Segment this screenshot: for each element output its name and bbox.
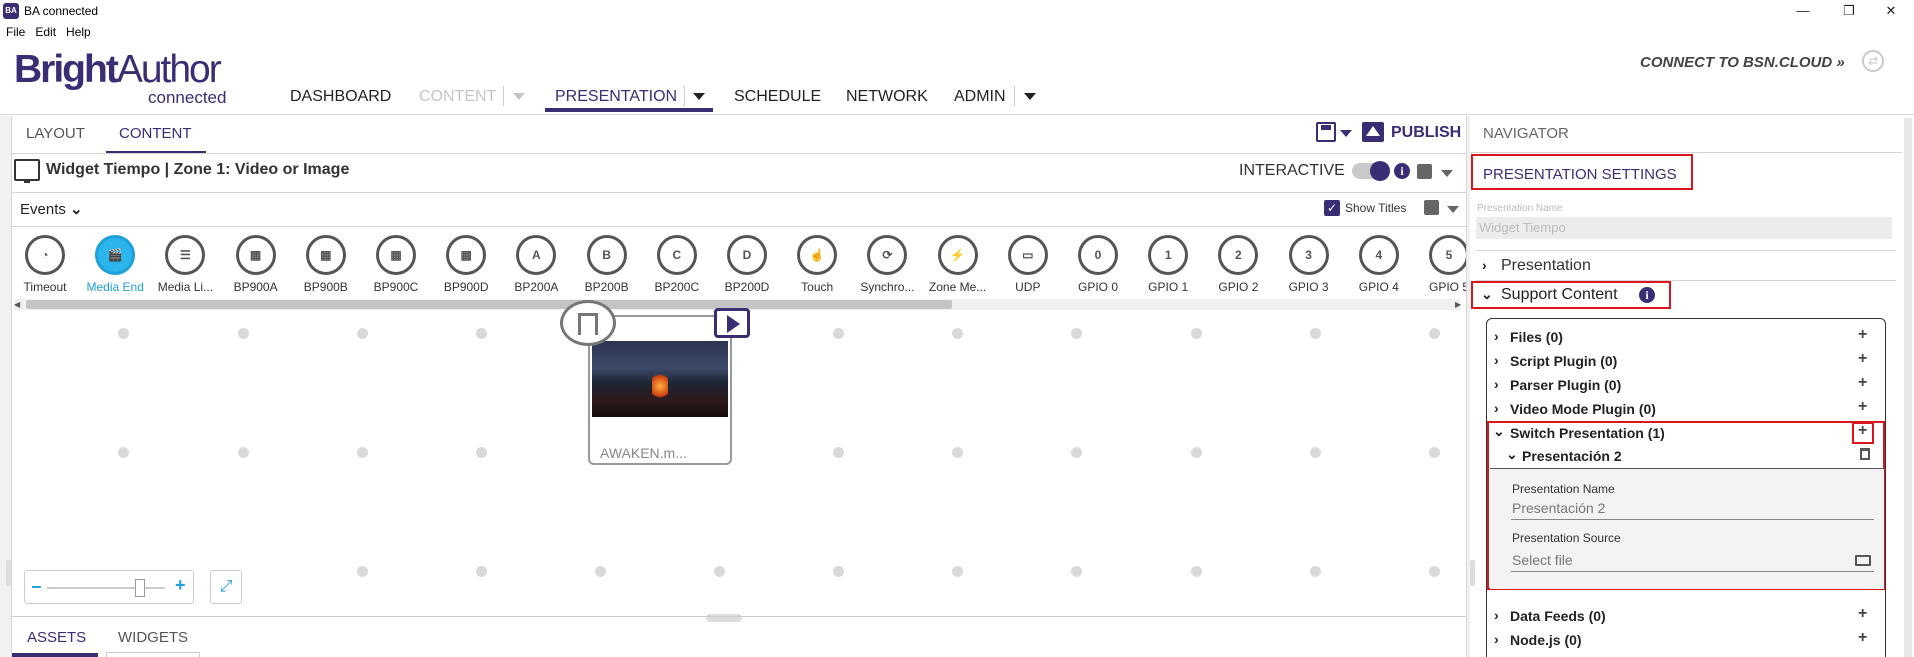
grid-dot <box>833 447 844 458</box>
chevron-right-icon: › <box>1494 607 1499 623</box>
grid-dot <box>1310 447 1321 458</box>
add-switch-presentation-button[interactable]: + <box>1858 422 1867 440</box>
presentation-section[interactable]: Presentation <box>1501 257 1591 275</box>
add-nodejs-button[interactable]: + <box>1858 629 1867 647</box>
switch-presentation-name-input[interactable]: Presentación 2 <box>1512 500 1605 516</box>
grid-dot <box>1191 566 1202 577</box>
presentation-settings-heading: PRESENTATION SETTINGS <box>1483 166 1677 183</box>
grid-dot <box>476 328 487 339</box>
grid-dot <box>357 447 368 458</box>
chevron-right-icon: › <box>1494 376 1499 392</box>
panel-resize-handle[interactable] <box>1470 560 1475 586</box>
panel-resize-handle[interactable] <box>6 560 11 586</box>
grid-dot <box>1071 447 1082 458</box>
navigator-scrollbar[interactable] <box>1904 118 1912 657</box>
navigator-title: NAVIGATOR <box>1483 125 1569 142</box>
switch-presentation-source-label: Presentation Source <box>1512 531 1621 545</box>
media-thumbnail <box>592 341 728 417</box>
tab-active-indicator <box>12 653 98 657</box>
support-content-section[interactable]: Support Content <box>1501 286 1618 304</box>
grid-dot <box>952 328 963 339</box>
zoom-out-button[interactable]: − <box>31 577 42 598</box>
sync-icon[interactable]: ⇄ <box>1862 50 1884 72</box>
switch-presentation-name-label: Presentation Name <box>1512 482 1615 496</box>
chevron-down-icon: ⌄ <box>1481 286 1493 302</box>
support-item-video-mode-plugin[interactable]: Video Mode Plugin (0) <box>1510 401 1656 417</box>
add-parser-plugin-button[interactable]: + <box>1858 374 1867 392</box>
restore-button[interactable]: ❐ <box>1826 0 1872 22</box>
widgets-tab-outline <box>106 652 200 657</box>
divider <box>1470 152 1902 153</box>
divider <box>12 616 1466 617</box>
support-item-nodejs[interactable]: Node.js (0) <box>1510 632 1582 648</box>
play-icon[interactable] <box>714 308 750 338</box>
add-script-plugin-button[interactable]: + <box>1858 350 1867 368</box>
grid-dot <box>1071 328 1082 339</box>
grid-dot <box>952 566 963 577</box>
input-underline <box>1511 519 1874 520</box>
grid-dot <box>833 328 844 339</box>
chevron-down-icon: ⌄ <box>1506 446 1518 462</box>
support-item-parser-plugin[interactable]: Parser Plugin (0) <box>1510 377 1621 393</box>
chevron-right-icon: › <box>1494 400 1499 416</box>
grid-dot <box>357 566 368 577</box>
grid-dot <box>1429 566 1440 577</box>
chevron-right-icon: › <box>1494 328 1499 344</box>
support-item-script-plugin[interactable]: Script Plugin (0) <box>1510 353 1617 369</box>
grid-dot <box>1191 328 1202 339</box>
grid-dot <box>1310 328 1321 339</box>
grid-dot <box>1191 447 1202 458</box>
zoom-slider-handle[interactable] <box>135 579 145 597</box>
folder-open-icon[interactable] <box>1855 555 1871 566</box>
grid-dot <box>952 447 963 458</box>
presentation-name-label: Presentation Name <box>1477 203 1563 214</box>
info-icon[interactable]: i <box>1639 287 1655 303</box>
grid-dot <box>1071 566 1082 577</box>
add-video-mode-plugin-button[interactable]: + <box>1858 398 1867 416</box>
grid-dot <box>118 447 129 458</box>
chevron-right-icon: › <box>1494 352 1499 368</box>
media-state-name: AWAKEN.m... <box>600 445 687 461</box>
zoom-in-button[interactable]: + <box>175 575 186 596</box>
zoom-slider-track[interactable] <box>47 587 165 589</box>
zoom-control: − + <box>24 570 194 604</box>
grid-dot <box>118 328 129 339</box>
switch-presentation-item[interactable]: Presentación 2 <box>1522 448 1622 464</box>
grid-dot <box>476 447 487 458</box>
home-icon[interactable] <box>560 300 616 346</box>
trash-icon[interactable] <box>1860 448 1870 460</box>
grid-dot <box>238 447 249 458</box>
input-underline <box>1511 571 1874 572</box>
support-item-data-feeds[interactable]: Data Feeds (0) <box>1510 608 1606 624</box>
presentation-name-value: Widget Tiempo <box>1479 220 1566 235</box>
grid-dot <box>1310 566 1321 577</box>
grid-dot <box>1429 447 1440 458</box>
grid-dot <box>476 566 487 577</box>
grid-dot <box>714 566 725 577</box>
chevron-right-icon: › <box>1482 257 1487 273</box>
chevron-down-icon: ⌄ <box>1493 423 1505 439</box>
connect-bsn-link[interactable]: CONNECT TO BSN.CLOUD » <box>1640 54 1845 71</box>
grid-dot <box>595 566 606 577</box>
add-data-feeds-button[interactable]: + <box>1858 605 1867 623</box>
add-files-button[interactable]: + <box>1858 326 1867 344</box>
tab-widgets[interactable]: WIDGETS <box>118 629 188 646</box>
divider <box>1476 250 1896 251</box>
tab-assets[interactable]: ASSETS <box>27 629 86 646</box>
support-item-switch-presentation[interactable]: Switch Presentation (1) <box>1510 425 1665 441</box>
presentation-name-field[interactable]: Widget Tiempo <box>1476 217 1892 239</box>
grid-dot <box>238 328 249 339</box>
minimize-button[interactable]: — <box>1780 0 1826 22</box>
grid-dot <box>1429 328 1440 339</box>
close-button[interactable]: ✕ <box>1868 0 1914 22</box>
chevron-right-icon: › <box>1494 631 1499 647</box>
grid-dot <box>833 566 844 577</box>
support-item-files[interactable]: Files (0) <box>1510 329 1563 345</box>
switch-presentation-source-input[interactable]: Select file <box>1512 552 1573 568</box>
expand-icon[interactable]: ⤢ <box>210 570 242 604</box>
grid-dot <box>357 328 368 339</box>
